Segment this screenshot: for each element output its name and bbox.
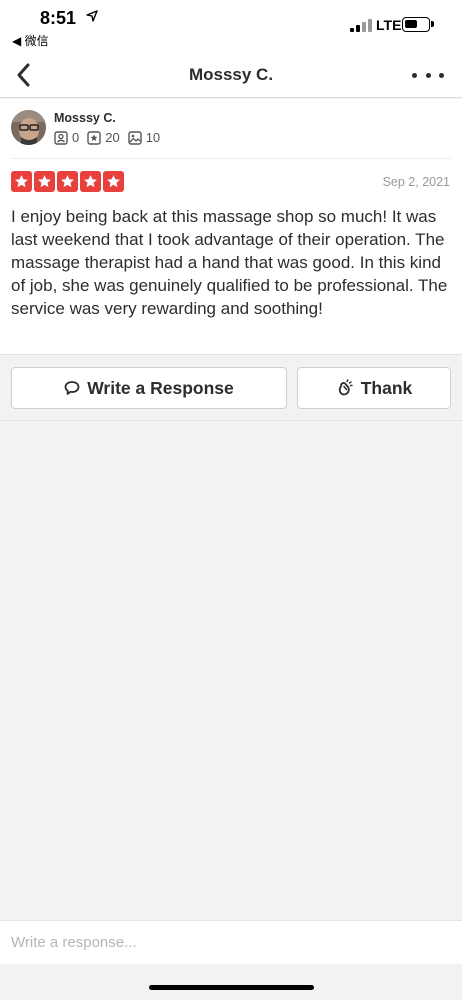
more-options-button[interactable] [412, 64, 444, 86]
nav-bar: Mosssy C. [0, 52, 462, 98]
friends-stat: 0 [54, 130, 79, 145]
response-composer [0, 920, 462, 964]
review-text: I enjoy being back at this massage shop … [11, 207, 448, 318]
write-response-button[interactable]: Write a Response [11, 367, 287, 409]
speech-bubble-icon [64, 381, 80, 395]
review-date: Sep 2, 2021 [382, 175, 450, 189]
network-type: LTE [376, 17, 402, 33]
write-response-label: Write a Response [87, 377, 234, 398]
back-to-app-link[interactable]: ◀ 微信 [12, 32, 49, 49]
battery-icon [402, 17, 430, 32]
star-icon [80, 171, 101, 192]
star-icon [34, 171, 55, 192]
user-photo [11, 110, 46, 145]
photos-stat: 10 [128, 130, 160, 145]
status-time: 8:51 [40, 8, 77, 28]
divider [0, 420, 462, 421]
home-indicator[interactable] [149, 985, 314, 990]
status-bar: 8:51 ◀ 微信 LTE [0, 0, 462, 52]
review-card: Mosssy C. 0 20 10 Sep 2, 2021 I enjoy be… [0, 99, 462, 355]
friends-icon [54, 130, 68, 145]
star-rating [11, 171, 126, 192]
clapping-hands-icon [338, 379, 353, 396]
reviewer-stats: 0 20 10 [54, 130, 168, 145]
battery-tip [431, 21, 434, 27]
reviews-count: 20 [105, 130, 120, 145]
star-icon [103, 171, 124, 192]
divider [11, 158, 451, 159]
more-dots-icon [412, 72, 417, 78]
page-title: Mosssy C. [188, 65, 274, 84]
signal-icon [350, 18, 372, 32]
avatar[interactable] [11, 110, 46, 145]
thank-label: Thank [360, 377, 413, 398]
reviewer-name[interactable]: Mosssy C. [54, 111, 116, 125]
star-outline-icon [87, 130, 101, 145]
response-input[interactable] [0, 921, 462, 964]
photos-count: 10 [145, 130, 161, 145]
photo-icon [128, 130, 142, 145]
reviews-stat: 20 [87, 130, 120, 145]
star-icon [11, 171, 32, 192]
location-arrow-icon [86, 10, 98, 22]
thank-button[interactable]: Thank [297, 367, 451, 409]
screen: 8:51 ◀ 微信 LTE Mosssy C. Mosssy C. 0 20 1… [0, 0, 462, 1000]
friends-count: 0 [72, 130, 80, 145]
star-icon [57, 171, 78, 192]
